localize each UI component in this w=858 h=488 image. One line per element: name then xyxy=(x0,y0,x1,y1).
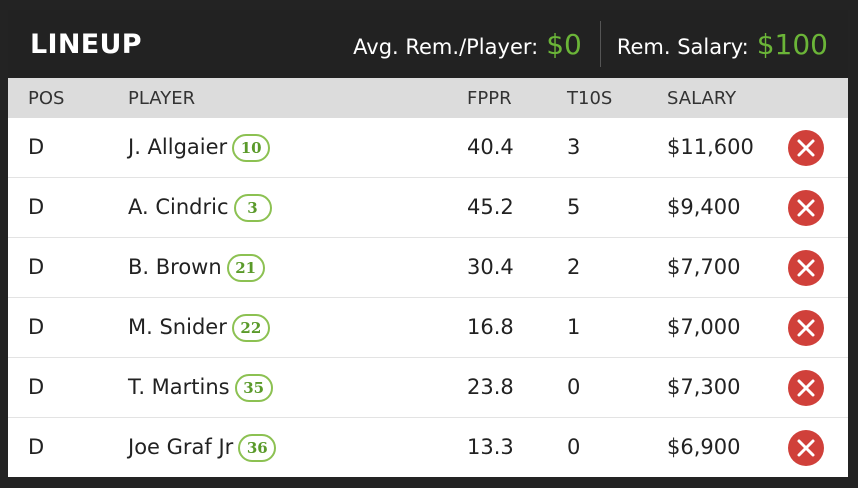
row-pos: D xyxy=(28,195,45,219)
row-t10s: 0 xyxy=(567,375,581,399)
row-salary: $7,700 xyxy=(667,255,741,279)
row-player[interactable]: J. Allgaier 10 xyxy=(128,118,271,177)
remove-player-button[interactable] xyxy=(788,190,824,226)
table-row: D T. Martins 35 23.8 0 $7,300 xyxy=(8,358,848,418)
player-name[interactable]: B. Brown xyxy=(128,238,222,297)
remove-icon xyxy=(797,379,815,397)
row-pos: D xyxy=(28,255,45,279)
row-fppr: 16.8 xyxy=(467,315,514,339)
table-row: D Joe Graf Jr 36 13.3 0 $6,900 xyxy=(8,418,848,477)
remaining-salary-value: $100 xyxy=(756,27,828,61)
remove-player-button[interactable] xyxy=(788,130,824,166)
remove-player-button[interactable] xyxy=(788,430,824,466)
row-t10s: 2 xyxy=(567,255,581,279)
lineup-table-body: D J. Allgaier 10 40.4 3 $11,600 D A. Cin… xyxy=(8,118,848,477)
car-number-badge: 22 xyxy=(231,313,270,342)
remaining-salary-label: Rem. Salary: xyxy=(616,34,749,59)
row-t10s: 0 xyxy=(567,435,581,459)
remove-player-button[interactable] xyxy=(788,250,824,286)
row-t10s: 3 xyxy=(567,135,581,159)
remove-icon xyxy=(797,199,815,217)
remove-icon xyxy=(797,259,815,277)
table-row: D M. Snider 22 16.8 1 $7,000 xyxy=(8,298,848,358)
remove-icon xyxy=(797,439,815,457)
row-player[interactable]: M. Snider 22 xyxy=(128,298,270,357)
lineup-header: LINEUP Avg. Rem./Player: $0 Rem. Salary:… xyxy=(8,10,848,78)
row-salary: $7,300 xyxy=(667,375,741,399)
car-number-badge: 36 xyxy=(238,433,277,462)
player-name[interactable]: M. Snider xyxy=(128,298,227,357)
row-t10s: 1 xyxy=(567,315,581,339)
avg-remaining-label: Avg. Rem./Player: xyxy=(353,34,539,59)
row-pos: D xyxy=(28,435,45,459)
car-number-badge: 35 xyxy=(234,373,273,402)
player-name[interactable]: A. Cindric xyxy=(128,178,229,237)
row-fppr: 23.8 xyxy=(467,375,514,399)
column-header-row: POS PLAYER FPPR T10S SALARY xyxy=(8,78,848,118)
avg-remaining-value: $0 xyxy=(546,27,582,61)
lineup-title: LINEUP xyxy=(30,28,142,60)
row-salary: $6,900 xyxy=(667,435,741,459)
player-name[interactable]: T. Martins xyxy=(128,358,230,417)
col-pos-header: POS xyxy=(28,88,65,109)
lineup-panel: LINEUP Avg. Rem./Player: $0 Rem. Salary:… xyxy=(8,10,848,477)
lineup-stats: Avg. Rem./Player: $0 Rem. Salary: $100 xyxy=(353,21,828,67)
row-pos: D xyxy=(28,315,45,339)
remove-player-button[interactable] xyxy=(788,310,824,346)
stats-divider xyxy=(599,21,601,67)
row-fppr: 13.3 xyxy=(467,435,514,459)
table-row: D B. Brown 21 30.4 2 $7,700 xyxy=(8,238,848,298)
car-number-badge: 10 xyxy=(232,133,271,162)
row-t10s: 5 xyxy=(567,195,581,219)
col-t10s-header: T10S xyxy=(567,88,613,109)
col-player-header: PLAYER xyxy=(128,88,196,109)
col-salary-header: SALARY xyxy=(667,88,737,109)
row-pos: D xyxy=(28,135,45,159)
player-name[interactable]: Joe Graf Jr xyxy=(128,418,233,477)
car-number-badge: 21 xyxy=(226,253,265,282)
remaining-salary-stat: Rem. Salary: $100 xyxy=(617,28,828,61)
avg-remaining-stat: Avg. Rem./Player: $0 xyxy=(353,28,582,61)
row-salary: $11,600 xyxy=(667,135,754,159)
car-number-badge: 3 xyxy=(233,193,272,222)
row-fppr: 40.4 xyxy=(467,135,514,159)
row-salary: $7,000 xyxy=(667,315,741,339)
player-name[interactable]: J. Allgaier xyxy=(128,118,227,177)
remove-player-button[interactable] xyxy=(788,370,824,406)
row-salary: $9,400 xyxy=(667,195,741,219)
row-fppr: 30.4 xyxy=(467,255,514,279)
row-player[interactable]: Joe Graf Jr 36 xyxy=(128,418,277,477)
remove-icon xyxy=(797,319,815,337)
table-row: D J. Allgaier 10 40.4 3 $11,600 xyxy=(8,118,848,178)
remove-icon xyxy=(797,139,815,157)
row-player[interactable]: B. Brown 21 xyxy=(128,238,265,297)
col-fppr-header: FPPR xyxy=(467,88,512,109)
table-row: D A. Cindric 3 45.2 5 $9,400 xyxy=(8,178,848,238)
row-fppr: 45.2 xyxy=(467,195,514,219)
row-pos: D xyxy=(28,375,45,399)
row-player[interactable]: T. Martins 35 xyxy=(128,358,273,417)
row-player[interactable]: A. Cindric 3 xyxy=(128,178,272,237)
